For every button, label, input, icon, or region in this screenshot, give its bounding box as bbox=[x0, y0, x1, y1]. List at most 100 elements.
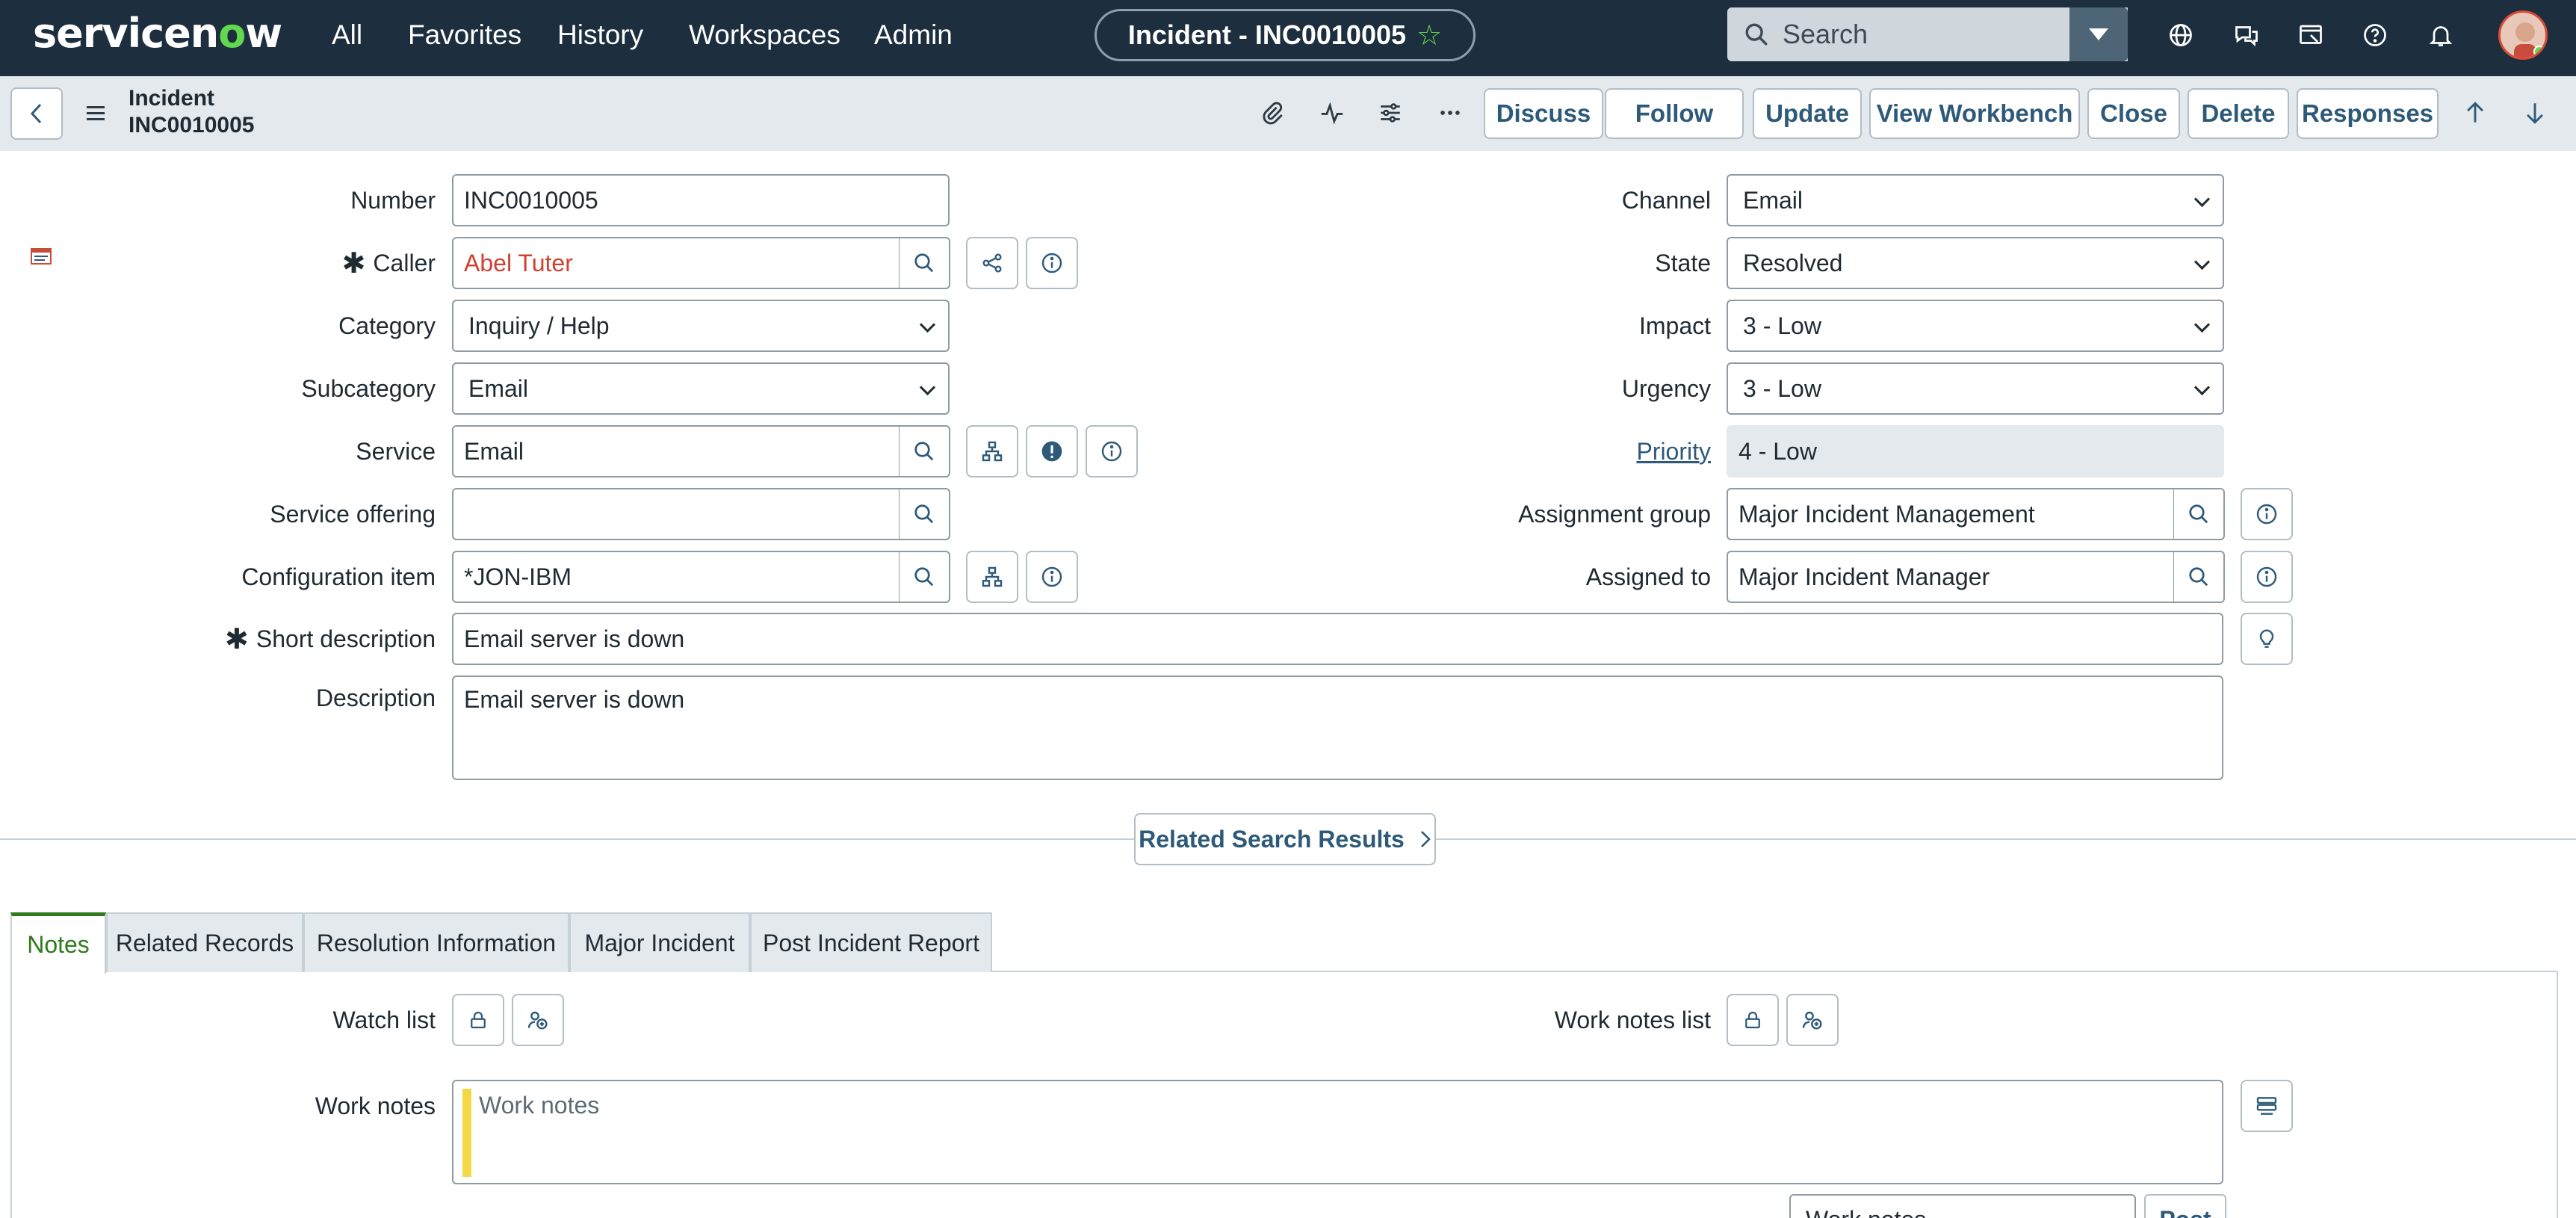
suggestion-button[interactable] bbox=[2241, 613, 2293, 665]
help-icon[interactable] bbox=[2358, 18, 2392, 52]
service-label: Service bbox=[356, 437, 436, 465]
tab-notes[interactable]: Notes bbox=[10, 912, 106, 974]
bell-icon[interactable] bbox=[2424, 18, 2458, 52]
search-icon bbox=[2189, 504, 2208, 524]
channel-select[interactable]: Email bbox=[1727, 174, 2224, 226]
personalize-sliders-icon[interactable] bbox=[1373, 96, 1408, 130]
star-icon[interactable]: ☆ bbox=[1417, 19, 1442, 52]
add-user-icon bbox=[1802, 1011, 1822, 1030]
tab-major-incident[interactable]: Major Incident bbox=[569, 912, 750, 972]
description-field[interactable]: Email server is down bbox=[452, 676, 2223, 780]
assignment-group-info-button[interactable] bbox=[2241, 488, 2293, 540]
assignment-group-lookup-button[interactable] bbox=[2174, 488, 2225, 540]
arrow-down-icon[interactable] bbox=[2518, 96, 2552, 130]
global-search-input[interactable]: Search bbox=[1727, 7, 2128, 61]
servicenow-logo[interactable]: servicenow bbox=[33, 7, 282, 60]
configuration-item-label: Configuration item bbox=[241, 563, 436, 590]
configuration-item-field[interactable]: *JON-IBM bbox=[452, 551, 900, 603]
caller-info-button[interactable] bbox=[1026, 237, 1078, 289]
category-select[interactable]: Inquiry / Help bbox=[452, 300, 950, 352]
caller-related-button[interactable] bbox=[966, 237, 1018, 289]
add-user-icon bbox=[527, 1011, 548, 1030]
mandatory-icon: ✱ bbox=[225, 623, 249, 655]
compose-template-button[interactable] bbox=[2241, 1080, 2293, 1132]
related-search-results-button[interactable]: Related Search Results bbox=[1134, 813, 1436, 865]
subcategory-select[interactable]: Email bbox=[452, 362, 950, 415]
search-icon bbox=[914, 567, 934, 587]
assignment-group-field[interactable]: Major Incident Management bbox=[1727, 488, 2175, 540]
template-icon bbox=[2256, 1097, 2277, 1115]
tab-related-records[interactable]: Related Records bbox=[106, 912, 303, 972]
view-workbench-button[interactable]: View Workbench bbox=[1869, 88, 2080, 139]
urgency-select[interactable]: 3 - Low bbox=[1727, 362, 2224, 415]
watch-list-lock-button[interactable] bbox=[452, 994, 504, 1046]
work-notes-list-add-me-button[interactable] bbox=[1786, 994, 1839, 1046]
discuss-button[interactable]: Discuss bbox=[1484, 88, 1603, 139]
service-field[interactable]: Email bbox=[452, 425, 900, 477]
work-notes-list-label: Work notes list bbox=[1554, 1006, 1711, 1033]
caller-field[interactable]: Abel Tuter bbox=[452, 237, 900, 289]
work-notes-textarea[interactable]: Work notes bbox=[452, 1080, 2223, 1184]
work-notes-placeholder: Work notes bbox=[479, 1092, 600, 1119]
paperclip-icon[interactable] bbox=[1255, 96, 1289, 130]
search-icon bbox=[914, 504, 934, 524]
follow-button[interactable]: Follow bbox=[1605, 88, 1744, 139]
alert-icon bbox=[1041, 441, 1062, 462]
short-description-field[interactable]: Email server is down bbox=[452, 613, 2223, 665]
nav-admin[interactable]: Admin bbox=[874, 16, 953, 54]
work-notes-type-select[interactable]: Work notes bbox=[1789, 1194, 2136, 1218]
activity-icon[interactable] bbox=[1315, 96, 1349, 130]
service-alert-button[interactable] bbox=[1026, 425, 1078, 477]
context-title: Incident - INC0010005 bbox=[1127, 19, 1407, 50]
record-type: Incident bbox=[129, 86, 215, 111]
delete-button[interactable]: Delete bbox=[2188, 88, 2289, 139]
priority-link[interactable]: Priority bbox=[1419, 425, 1711, 477]
more-options-icon[interactable] bbox=[1433, 96, 1467, 130]
work-notes-list-lock-button[interactable] bbox=[1727, 994, 1779, 1046]
assigned-to-field[interactable]: Major Incident Manager bbox=[1727, 551, 2175, 603]
service-lookup-button[interactable] bbox=[900, 425, 950, 477]
state-select[interactable]: Resolved bbox=[1727, 237, 2224, 289]
ci-map-button[interactable] bbox=[966, 551, 1018, 603]
ci-info-button[interactable] bbox=[1026, 551, 1078, 603]
number-field[interactable]: INC0010005 bbox=[452, 174, 950, 226]
responses-button[interactable]: Responses bbox=[2297, 88, 2439, 139]
work-notes-indicator-bar bbox=[462, 1089, 471, 1177]
post-button[interactable]: Post bbox=[2144, 1194, 2226, 1218]
hamburger-menu-icon[interactable] bbox=[82, 102, 109, 126]
chat-icon[interactable] bbox=[2229, 18, 2264, 52]
channel-label: Channel bbox=[1621, 186, 1711, 214]
back-button[interactable] bbox=[10, 87, 63, 140]
impact-label: Impact bbox=[1638, 312, 1711, 339]
form-layout-icon[interactable] bbox=[30, 245, 52, 268]
lock-icon bbox=[471, 1011, 486, 1029]
tab-post-incident-report[interactable]: Post Incident Report bbox=[750, 912, 992, 972]
caller-lookup-button[interactable] bbox=[900, 237, 950, 289]
search-scope-dropdown[interactable] bbox=[2069, 7, 2128, 61]
caller-label-text: Caller bbox=[373, 249, 436, 276]
user-avatar[interactable] bbox=[2498, 10, 2548, 60]
nav-history[interactable]: History bbox=[557, 16, 643, 54]
service-offering-lookup-button[interactable] bbox=[900, 488, 950, 540]
tab-resolution-information[interactable]: Resolution Information bbox=[303, 912, 569, 972]
assigned-to-lookup-button[interactable] bbox=[2174, 551, 2225, 603]
studio-icon[interactable] bbox=[2294, 18, 2328, 52]
watch-list-add-me-button[interactable] bbox=[512, 994, 564, 1046]
ci-lookup-button[interactable] bbox=[900, 551, 950, 603]
update-button[interactable]: Update bbox=[1753, 88, 1862, 139]
service-info-button[interactable] bbox=[1086, 425, 1138, 477]
impact-select[interactable]: 3 - Low bbox=[1727, 300, 2224, 352]
context-title-pill[interactable]: Incident - INC0010005 ☆ bbox=[1095, 9, 1476, 61]
globe-icon[interactable] bbox=[2164, 18, 2198, 52]
service-map-button[interactable] bbox=[966, 425, 1018, 477]
nav-favorites[interactable]: Favorites bbox=[408, 16, 521, 54]
close-button[interactable]: Close bbox=[2087, 88, 2180, 139]
record-number: INC0010005 bbox=[129, 113, 255, 137]
nav-all[interactable]: All bbox=[332, 16, 362, 54]
arrow-up-icon[interactable] bbox=[2458, 96, 2492, 130]
info-icon bbox=[2256, 504, 2277, 525]
nav-workspaces[interactable]: Workspaces bbox=[689, 16, 840, 54]
service-offering-field[interactable] bbox=[452, 488, 900, 540]
caller-label: ✱ Caller bbox=[149, 237, 436, 289]
assigned-to-info-button[interactable] bbox=[2241, 551, 2293, 603]
